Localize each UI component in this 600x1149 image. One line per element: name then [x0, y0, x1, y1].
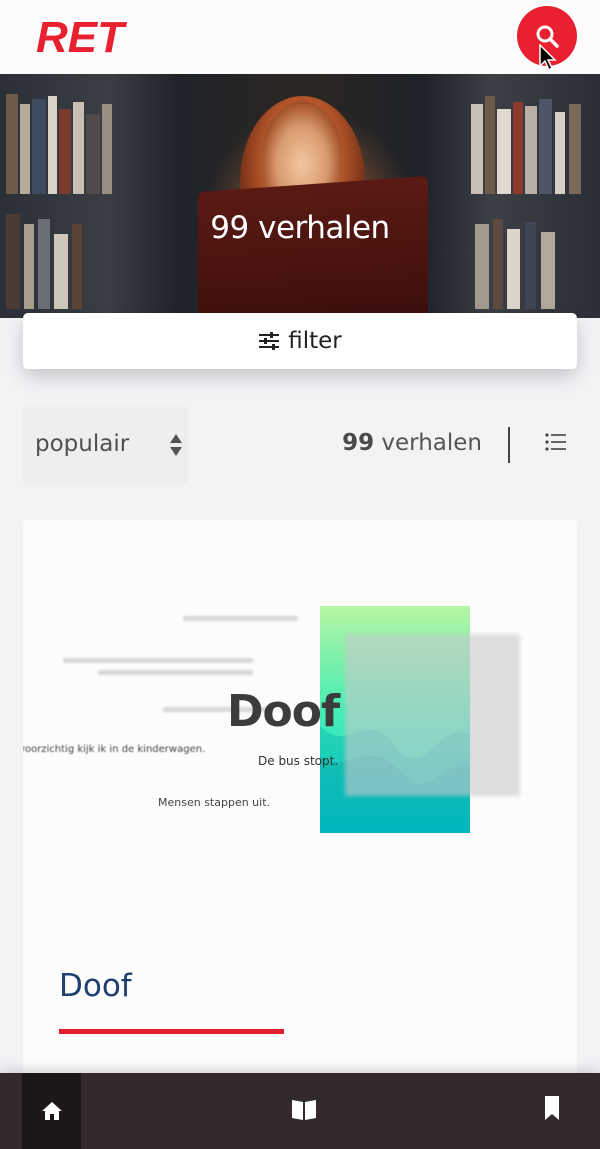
hero-banner: 99 verhalen — [0, 74, 600, 318]
filter-label: filter — [288, 328, 342, 354]
results-count: 99 verhalen — [342, 430, 482, 456]
svg-text:RET: RET — [36, 16, 127, 58]
hero-photo-book — [198, 175, 428, 318]
results-count-unit: verhalen — [381, 430, 482, 456]
nav-home-button[interactable] — [22, 1073, 81, 1149]
blurred-grey-panel — [345, 634, 520, 796]
hero-title: 99 verhalen — [210, 210, 390, 246]
results-count-number: 99 — [342, 430, 375, 456]
sort-dropdown[interactable]: populair — [23, 407, 188, 485]
thumbnail-text-line: Mensen stappen uit. — [158, 796, 271, 809]
sliders-icon — [259, 332, 280, 350]
blurred-text-line — [98, 670, 253, 675]
book-icon[interactable] — [290, 1095, 318, 1123]
story-thumbnail[interactable]: Doof De bus stopt. voorzichtig kijk ik i… — [23, 520, 577, 920]
story-card[interactable]: Doof De bus stopt. voorzichtig kijk ik i… — [23, 520, 577, 1120]
home-icon — [41, 1102, 62, 1120]
blurred-text-line — [183, 616, 298, 621]
sort-arrows-icon — [170, 434, 182, 456]
thumbnail-text-line: voorzichtig kijk ik in de kinderwagen. — [23, 744, 206, 755]
thumbnail-subtitle: De bus stopt. — [258, 754, 339, 768]
bottom-navigation — [0, 1073, 600, 1149]
story-title[interactable]: Doof — [59, 968, 132, 1004]
ret-logo[interactable]: RET — [24, 16, 136, 58]
view-divider — [508, 427, 510, 463]
mouse-cursor-icon — [539, 44, 557, 72]
sort-selected-value: populair — [35, 431, 130, 457]
list-icon[interactable] — [544, 432, 568, 452]
filter-button[interactable]: filter — [23, 313, 577, 369]
thumbnail-title: Doof — [227, 686, 340, 737]
bookmark-icon[interactable] — [543, 1095, 561, 1121]
bookshelf-right — [465, 74, 600, 318]
top-header: RET — [0, 0, 600, 74]
title-underline — [59, 1029, 284, 1034]
bookshelf-left — [0, 74, 140, 318]
blurred-text-line — [63, 658, 253, 663]
